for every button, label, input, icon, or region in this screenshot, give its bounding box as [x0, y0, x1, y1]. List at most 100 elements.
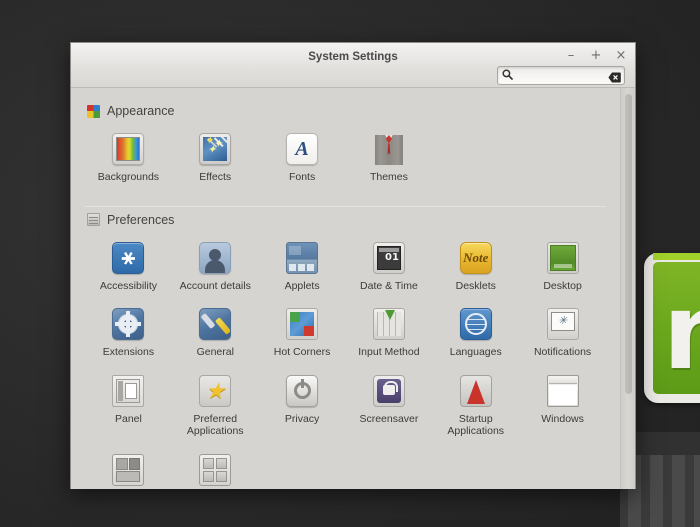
section-preferences: Preferences ⚹ Accessibility Account deta…	[71, 207, 620, 490]
settings-tile-themes[interactable]: Themes	[346, 127, 433, 192]
window-title: System Settings	[308, 51, 398, 63]
search-bar-container	[497, 66, 625, 85]
tile-label: Notifications	[533, 346, 592, 358]
close-button[interactable]: ×	[614, 49, 628, 63]
tile-label: Windows	[541, 412, 584, 425]
settings-tile-languages[interactable]: Languages	[432, 302, 519, 367]
tile-label: Panel	[114, 412, 142, 425]
section-header-appearance: Appearance	[71, 98, 620, 121]
settings-tile-general[interactable]: General	[172, 302, 259, 367]
clear-backspace-icon[interactable]	[608, 70, 621, 83]
settings-tile-hot-corners[interactable]: Hot Corners	[259, 302, 346, 367]
tile-label: Applets	[284, 279, 320, 292]
tile-label: Screensaver	[359, 412, 419, 425]
tile-label: Backgrounds	[97, 171, 160, 183]
linux-mint-logo: m	[644, 253, 700, 403]
notifications-icon	[546, 308, 579, 340]
scrollbar-thumb[interactable]	[625, 94, 632, 394]
settings-tile-backgrounds[interactable]: Backgrounds	[85, 127, 172, 192]
system-settings-window: System Settings – + × Appearance Backgro…	[70, 42, 636, 489]
settings-tile-effects[interactable]: Effects	[172, 127, 259, 192]
tile-label: Hot Corners	[273, 346, 331, 358]
settings-tile-date-time[interactable]: Date & Time	[346, 236, 433, 301]
tile-label: Fonts	[288, 171, 316, 183]
tile-label: Effects	[199, 171, 232, 183]
input-method-icon	[372, 308, 405, 340]
desktop-background: m System Settings – + ×	[0, 0, 700, 527]
color-palette-icon	[87, 104, 100, 118]
settings-tile-privacy[interactable]: Privacy	[259, 369, 346, 446]
settings-tile-account-details[interactable]: Account details	[172, 236, 259, 301]
search-input[interactable]	[513, 70, 608, 81]
settings-tile-windows[interactable]: Windows	[519, 369, 606, 446]
effects-icon	[199, 133, 232, 165]
settings-tile-accessibility[interactable]: ⚹ Accessibility	[85, 236, 172, 301]
tile-label: Desktop	[543, 279, 582, 292]
settings-tile-desktop[interactable]: Desktop	[519, 236, 606, 301]
tile-label: Accessibility	[99, 279, 157, 292]
mint-logo-top-bar	[653, 253, 700, 260]
settings-tile-fonts[interactable]: A Fonts	[259, 127, 346, 192]
window-tiling-icon	[112, 453, 145, 486]
tile-label: Input Method	[358, 346, 420, 358]
appearance-grid: Backgrounds Effects A Fonts Theme	[71, 121, 620, 192]
vertical-scrollbar[interactable]	[620, 88, 635, 489]
settings-tile-screensaver[interactable]: Screensaver	[346, 369, 433, 446]
tile-label: General	[196, 346, 234, 358]
hot-corners-icon	[286, 308, 319, 340]
general-icon	[199, 308, 232, 340]
tile-label: Preferred Applications	[186, 412, 244, 438]
maximize-button[interactable]: +	[589, 49, 603, 63]
settings-tile-desklets[interactable]: Note Desklets	[432, 236, 519, 301]
settings-tile-applets[interactable]: Applets	[259, 236, 346, 301]
desklets-icon: Note	[459, 241, 492, 274]
workspaces-icon	[199, 453, 232, 486]
window-content: Appearance Backgrounds Effects A	[71, 88, 635, 489]
settings-tile-input-method[interactable]: Input Method	[346, 302, 433, 367]
desktop-icon	[546, 241, 579, 274]
settings-scroll-area: Appearance Backgrounds Effects A	[71, 88, 620, 489]
languages-icon	[459, 308, 492, 340]
account-details-icon	[199, 241, 232, 274]
settings-tile-notifications[interactable]: Notifications	[519, 302, 606, 367]
startup-applications-icon	[459, 374, 492, 407]
date-time-icon	[372, 241, 405, 274]
tile-label: Languages	[449, 346, 502, 358]
settings-tile-startup-applications[interactable]: Startup Applications	[432, 369, 519, 446]
tile-label: Account details	[179, 279, 251, 292]
search-field[interactable]	[497, 66, 625, 85]
extensions-icon	[112, 308, 145, 340]
panel-icon	[112, 374, 145, 407]
tile-label: Desklets	[455, 279, 496, 292]
tile-label: Startup Applications	[447, 412, 505, 438]
accessibility-icon: ⚹	[112, 241, 145, 274]
section-title-preferences: Preferences	[107, 212, 175, 227]
preferences-icon	[87, 213, 100, 226]
minimize-button[interactable]: –	[564, 49, 578, 63]
settings-tile-panel[interactable]: Panel	[85, 369, 172, 446]
settings-tile-extensions[interactable]: Extensions	[85, 302, 172, 367]
window-controls: – + ×	[564, 49, 628, 63]
themes-icon	[373, 133, 405, 165]
tile-label: Privacy	[284, 412, 320, 425]
tile-label: Date & Time	[360, 279, 418, 292]
preferences-grid: ⚹ Accessibility Account details Applets	[71, 230, 620, 490]
preferred-applications-icon: ★	[199, 374, 232, 407]
screensaver-icon	[372, 374, 405, 407]
tile-label: Themes	[369, 171, 408, 183]
fonts-icon: A	[286, 133, 319, 165]
backgrounds-icon	[112, 133, 145, 165]
mint-logo-letter: m	[663, 280, 700, 384]
window-titlebar[interactable]: System Settings – + ×	[71, 43, 635, 88]
settings-tile-preferred-applications[interactable]: ★ Preferred Applications	[172, 369, 259, 446]
search-icon	[502, 67, 513, 85]
applets-icon	[286, 241, 319, 274]
settings-tile-window-tiling[interactable]: Window Tiling	[85, 448, 172, 490]
tile-label: Extensions	[102, 346, 155, 358]
section-header-preferences: Preferences	[71, 207, 620, 230]
settings-tile-workspaces[interactable]: Workspaces	[172, 448, 259, 490]
privacy-icon	[286, 374, 319, 407]
section-appearance: Appearance Backgrounds Effects A	[71, 98, 620, 196]
windows-icon	[546, 374, 579, 407]
section-title-appearance: Appearance	[107, 104, 175, 118]
